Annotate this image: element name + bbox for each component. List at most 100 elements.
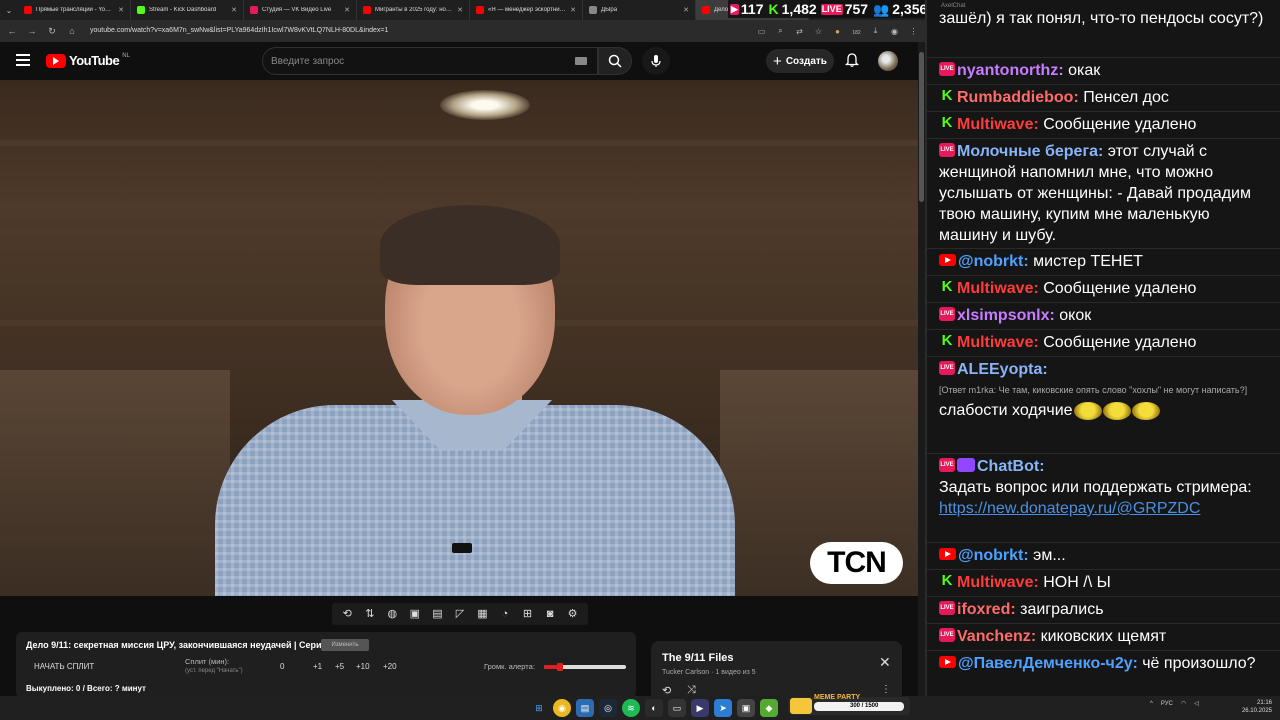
increment-button[interactable]: +5 xyxy=(335,662,344,671)
chat-message: @ПавелДемченко-ч2у: чё произошло? xyxy=(927,650,1280,676)
playlist-title[interactable]: The 9/11 Files xyxy=(662,652,734,664)
change-button[interactable]: Изменить xyxy=(321,639,369,651)
chat-username[interactable]: Multiwave xyxy=(957,574,1033,591)
search-input[interactable] xyxy=(271,55,575,67)
hamburger-menu-icon[interactable] xyxy=(16,54,30,66)
username-separator: : xyxy=(1132,655,1138,672)
increment-button[interactable]: +20 xyxy=(383,662,397,671)
telegram-icon[interactable]: ➤ xyxy=(714,699,732,717)
forward-icon[interactable]: → xyxy=(26,26,38,36)
network-icon[interactable]: ◠ xyxy=(1181,700,1186,707)
tab-favicon-icon xyxy=(250,6,258,14)
tab-search-icon[interactable]: ⌄ xyxy=(0,0,18,20)
slider-knob[interactable] xyxy=(557,663,564,671)
settings-gear-icon[interactable]: ⚙ xyxy=(566,607,580,621)
download-icon[interactable]: ⤓ xyxy=(870,26,881,36)
app-icon[interactable]: ◆ xyxy=(760,699,778,717)
playlist-panel: The 9/11 Files Tucker Carlson · 1 видео … xyxy=(651,641,902,701)
browser-tab[interactable]: Прямые трансляции - YouTube ✕ xyxy=(18,0,131,20)
language-indicator[interactable]: РУС xyxy=(1161,701,1173,707)
browser-tab[interactable]: Студия — VK Видео Live ✕ xyxy=(244,0,357,20)
background-shelf xyxy=(0,370,230,596)
browser-tab[interactable]: ДЫра ✕ xyxy=(583,0,696,20)
translate-icon[interactable]: ⇄ xyxy=(794,27,805,36)
sort-icon[interactable]: ⇅ xyxy=(363,607,377,621)
video-player[interactable]: TCN xyxy=(0,80,918,596)
app-icon[interactable]: ▭ xyxy=(668,699,686,717)
chat-username[interactable]: xlsimpsonlx xyxy=(957,307,1049,324)
url-field[interactable]: youtube.com/watch?v=xa6M7n_swNw&list=PLY… xyxy=(86,23,748,39)
donate-link[interactable]: https://new.donatepay.ru/@GRPZDC xyxy=(939,500,1200,517)
profile-icon[interactable]: ◉ xyxy=(889,27,900,36)
increment-button[interactable]: +1 xyxy=(313,662,322,671)
screenshot-icon[interactable]: ◙ xyxy=(543,607,557,621)
browser-tab[interactable]: Stream - Kick Dashboard ✕ xyxy=(131,0,244,20)
tab-close-icon[interactable]: ✕ xyxy=(683,6,689,14)
media-icon[interactable]: ▶ xyxy=(691,699,709,717)
tab-close-icon[interactable]: ✕ xyxy=(231,6,237,14)
chat-username[interactable]: @nobrkt xyxy=(958,547,1023,564)
steam-icon[interactable]: ◎ xyxy=(599,699,617,717)
browser-tab[interactable]: «Я — менеджер эскортниц» ✕ xyxy=(470,0,583,20)
scroll-thumb[interactable] xyxy=(919,52,924,202)
page-scrollbar[interactable] xyxy=(918,42,925,696)
more-options-icon[interactable]: ⋮ xyxy=(881,684,891,695)
extension-badge-icon[interactable]: 182 xyxy=(851,27,862,36)
aspect-icon[interactable]: ◸ xyxy=(453,607,467,621)
volume-icon[interactable]: ◁ xyxy=(1194,700,1199,707)
extension-icon[interactable]: ● xyxy=(832,27,843,36)
clapper-icon[interactable]: ▤ xyxy=(430,607,444,621)
tab-close-icon[interactable]: ✕ xyxy=(344,6,350,14)
chat-username[interactable]: ifoxred xyxy=(957,601,1010,618)
chat-username[interactable]: @ПавелДемченко-ч2у xyxy=(958,655,1132,672)
app-icon[interactable]: ▤ xyxy=(576,699,594,717)
chat-username[interactable]: @nobrkt xyxy=(958,253,1023,270)
alert-volume-label: Громк. алерта: xyxy=(484,662,535,671)
chat-username[interactable]: ChatBot xyxy=(977,458,1039,475)
zoom-icon[interactable]: ⌕ xyxy=(775,26,786,36)
spotify-icon[interactable]: ≋ xyxy=(622,699,640,717)
home-icon[interactable]: ⌂ xyxy=(66,26,78,36)
notifications-bell-icon[interactable] xyxy=(844,52,860,68)
chat-username[interactable]: Multiwave xyxy=(957,116,1033,133)
chat-username[interactable]: Rumbaddieboo xyxy=(957,89,1073,106)
chat-username[interactable]: ALEEyopta xyxy=(957,361,1042,378)
tab-close-icon[interactable]: ✕ xyxy=(118,6,124,14)
chat-username[interactable]: Vanchenz xyxy=(957,628,1031,645)
chrome-icon[interactable]: ◉ xyxy=(553,699,571,717)
keyboard-icon[interactable] xyxy=(575,57,587,65)
tray-chevron-icon[interactable]: ^ xyxy=(1150,701,1153,707)
youtube-logo[interactable]: YouTube NL xyxy=(46,53,130,68)
chat-username[interactable]: nyantonorthz xyxy=(957,62,1058,79)
windows-start-icon[interactable]: ⊞ xyxy=(530,699,548,717)
loop-icon[interactable]: ⟲ xyxy=(340,607,354,621)
app-icon[interactable]: ▣ xyxy=(737,699,755,717)
chat-username[interactable]: Multiwave xyxy=(957,334,1033,351)
split-value[interactable]: 0 xyxy=(280,662,284,671)
reload-icon[interactable]: ↻ xyxy=(46,26,58,37)
film-icon[interactable]: ▦ xyxy=(475,607,489,621)
chat-username[interactable]: Молочные берега xyxy=(957,143,1098,160)
speed-icon[interactable]: ◔ xyxy=(498,607,512,621)
back-icon[interactable]: ← xyxy=(6,26,18,36)
close-icon[interactable]: ✕ xyxy=(879,655,891,669)
create-button[interactable]: + Создать xyxy=(766,49,834,73)
audio-icon[interactable]: ◍ xyxy=(385,607,399,621)
search-button[interactable] xyxy=(598,47,632,75)
obs-icon[interactable]: ◐ xyxy=(645,699,663,717)
cast-icon[interactable]: ▭ xyxy=(756,27,767,36)
screen-record-icon[interactable]: ▣ xyxy=(408,607,422,621)
browser-tab[interactable]: Мигранты в 2025 году: новая ✕ xyxy=(357,0,470,20)
tab-close-icon[interactable]: ✕ xyxy=(457,6,463,14)
start-split-button[interactable]: НАЧАТЬ СПЛИТ xyxy=(34,662,94,671)
alert-volume-slider[interactable] xyxy=(544,663,626,671)
add-icon[interactable]: ⊞ xyxy=(521,607,535,621)
account-avatar[interactable] xyxy=(878,51,898,71)
chat-username[interactable]: Multiwave xyxy=(957,280,1033,297)
increment-button[interactable]: +10 xyxy=(356,662,370,671)
tab-close-icon[interactable]: ✕ xyxy=(570,6,576,14)
bookmark-star-icon[interactable]: ☆ xyxy=(813,27,824,36)
menu-icon[interactable]: ⋮ xyxy=(908,27,919,36)
voice-search-button[interactable] xyxy=(642,47,670,75)
clock[interactable]: 21:16 26.10.2025 xyxy=(1238,699,1272,715)
